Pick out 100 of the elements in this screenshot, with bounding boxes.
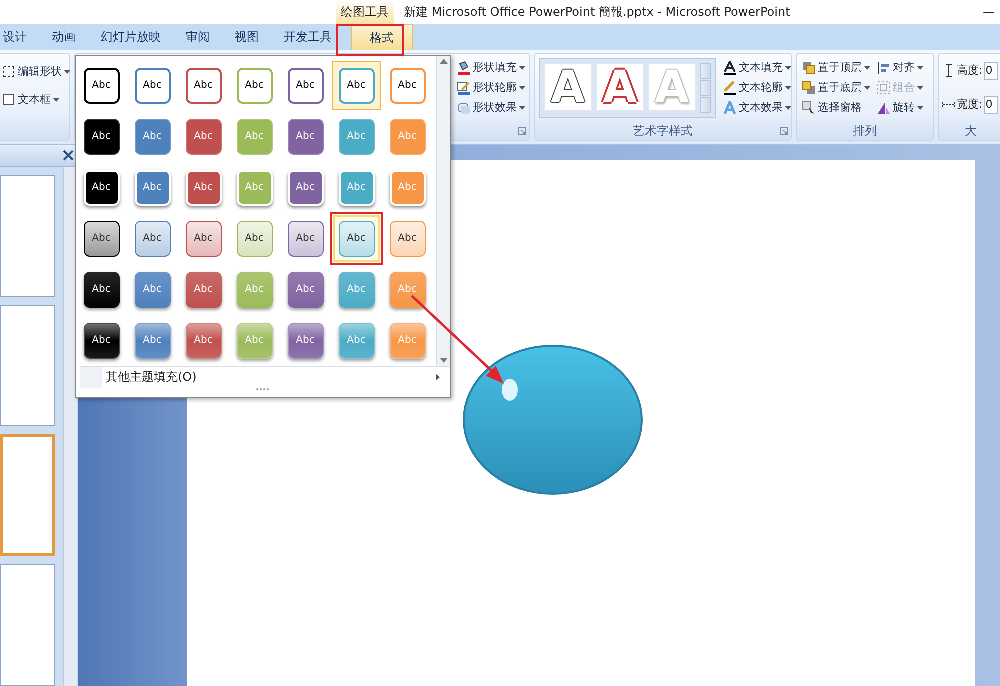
style-swatch[interactable]: Abc: [338, 68, 374, 104]
ribbon-button[interactable]: 文本填充: [722, 58, 793, 78]
gallery-item[interactable]: Abc: [179, 265, 228, 314]
gallery-item[interactable]: Abc: [179, 316, 228, 365]
style-swatch[interactable]: Abc: [338, 220, 374, 256]
ribbon-tab[interactable]: 开发工具: [284, 24, 332, 50]
ellipse-shape[interactable]: [462, 344, 644, 496]
gallery-scrollbar[interactable]: [700, 63, 711, 113]
ribbon-button[interactable]: 置于顶层: [801, 58, 872, 78]
dialog-launcher-icon[interactable]: [780, 127, 788, 135]
ribbon-button[interactable]: 文本效果: [722, 98, 793, 118]
ribbon-button[interactable]: 置于底层: [801, 78, 872, 98]
gallery-item[interactable]: Abc: [281, 316, 330, 365]
ribbon-tab[interactable]: 动画: [52, 24, 76, 50]
style-swatch[interactable]: Abc: [134, 170, 170, 206]
style-swatch[interactable]: Abc: [186, 272, 222, 308]
style-swatch[interactable]: Abc: [134, 220, 170, 256]
gallery-item[interactable]: Abc: [281, 214, 330, 263]
gallery-item[interactable]: Abc: [77, 214, 126, 263]
gallery-item[interactable]: Abc: [77, 316, 126, 365]
style-swatch[interactable]: Abc: [288, 170, 324, 206]
gallery-item[interactable]: Abc: [230, 61, 279, 110]
ribbon-tab[interactable]: 视图: [235, 24, 259, 50]
gallery-item[interactable]: Abc: [383, 214, 432, 263]
gallery-item[interactable]: Abc: [332, 214, 381, 263]
gallery-item[interactable]: Abc: [281, 265, 330, 314]
ribbon-tab[interactable]: 审阅: [186, 24, 210, 50]
style-swatch[interactable]: Abc: [236, 68, 272, 104]
style-swatch[interactable]: Abc: [84, 118, 120, 154]
ribbon-button[interactable]: 旋转: [876, 98, 925, 118]
wordart-style[interactable]: A: [596, 63, 644, 111]
slide-thumbnail[interactable]: [0, 564, 55, 686]
gallery-item[interactable]: Abc: [128, 163, 177, 212]
input-field[interactable]: 0: [984, 96, 998, 114]
style-swatch[interactable]: Abc: [84, 272, 120, 308]
gallery-item[interactable]: Abc: [77, 265, 126, 314]
ribbon-button[interactable]: 编辑形状: [1, 62, 72, 82]
input-field[interactable]: 0: [984, 62, 998, 80]
minimize-button[interactable]: —: [978, 0, 1000, 24]
style-swatch[interactable]: Abc: [186, 322, 222, 358]
style-swatch[interactable]: Abc: [390, 220, 426, 256]
style-swatch[interactable]: Abc: [186, 68, 222, 104]
dialog-launcher-icon[interactable]: [518, 127, 526, 135]
scroll-up-icon[interactable]: [440, 59, 448, 64]
style-swatch[interactable]: Abc: [134, 118, 170, 154]
gallery-item[interactable]: Abc: [128, 316, 177, 365]
style-swatch[interactable]: Abc: [288, 322, 324, 358]
ribbon-button[interactable]: 形状填充: [456, 58, 527, 78]
slide-thumbnail[interactable]: [0, 434, 55, 556]
ribbon-button[interactable]: 选择窗格: [801, 98, 872, 118]
style-swatch[interactable]: Abc: [134, 272, 170, 308]
gallery-item[interactable]: Abc: [128, 214, 177, 263]
slide-thumbnail[interactable]: [0, 175, 55, 297]
gallery-item[interactable]: Abc: [179, 112, 228, 161]
style-swatch[interactable]: Abc: [288, 68, 324, 104]
gallery-item[interactable]: Abc: [230, 214, 279, 263]
ribbon-tab[interactable]: 格式: [351, 24, 413, 50]
ribbon-button[interactable]: 形状效果: [456, 98, 527, 118]
ribbon-button[interactable]: 形状轮廓: [456, 78, 527, 98]
gallery-item[interactable]: Abc: [281, 163, 330, 212]
style-swatch[interactable]: Abc: [236, 220, 272, 256]
ribbon-tab[interactable]: 设计: [3, 24, 27, 50]
style-swatch[interactable]: Abc: [84, 322, 120, 358]
style-swatch[interactable]: Abc: [186, 118, 222, 154]
scrollbar[interactable]: [63, 167, 77, 686]
gallery-item[interactable]: Abc: [179, 163, 228, 212]
style-swatch[interactable]: Abc: [134, 322, 170, 358]
gallery-item[interactable]: Abc: [77, 61, 126, 110]
style-swatch[interactable]: Abc: [84, 170, 120, 206]
text-fill-icon: [723, 61, 737, 75]
gallery-item[interactable]: Abc: [383, 61, 432, 110]
ribbon-button[interactable]: 对齐: [876, 58, 925, 78]
gallery-item[interactable]: Abc: [179, 214, 228, 263]
style-swatch[interactable]: Abc: [134, 68, 170, 104]
gallery-item[interactable]: Abc: [281, 112, 330, 161]
menu-item[interactable]: 其他主题填充(O): [106, 368, 197, 386]
gallery-item[interactable]: Abc: [332, 61, 381, 110]
close-icon[interactable]: [63, 150, 74, 162]
gallery-item[interactable]: Abc: [179, 61, 228, 110]
style-swatch[interactable]: Abc: [288, 118, 324, 154]
gallery-item[interactable]: Abc: [128, 265, 177, 314]
scroll-down-icon[interactable]: [440, 358, 448, 363]
gallery-item[interactable]: Abc: [77, 112, 126, 161]
slide-thumbnail[interactable]: [0, 304, 55, 426]
style-swatch[interactable]: Abc: [288, 220, 324, 256]
style-swatch[interactable]: Abc: [84, 220, 120, 256]
style-swatch[interactable]: Abc: [390, 68, 426, 104]
gallery-item[interactable]: Abc: [128, 112, 177, 161]
ribbon-button[interactable]: 文本轮廓: [722, 78, 793, 98]
resize-grip-icon[interactable]: [256, 388, 270, 391]
gallery-item[interactable]: Abc: [281, 61, 330, 110]
style-swatch[interactable]: Abc: [84, 68, 120, 104]
gallery-item[interactable]: Abc: [77, 163, 126, 212]
style-swatch[interactable]: Abc: [288, 272, 324, 308]
ribbon-button[interactable]: 文本框: [1, 90, 72, 110]
wordart-style[interactable]: A: [544, 63, 592, 111]
style-swatch[interactable]: Abc: [186, 220, 222, 256]
ribbon-tab[interactable]: 幻灯片放映: [101, 24, 161, 50]
gallery-item[interactable]: Abc: [128, 61, 177, 110]
style-swatch[interactable]: Abc: [186, 170, 222, 206]
